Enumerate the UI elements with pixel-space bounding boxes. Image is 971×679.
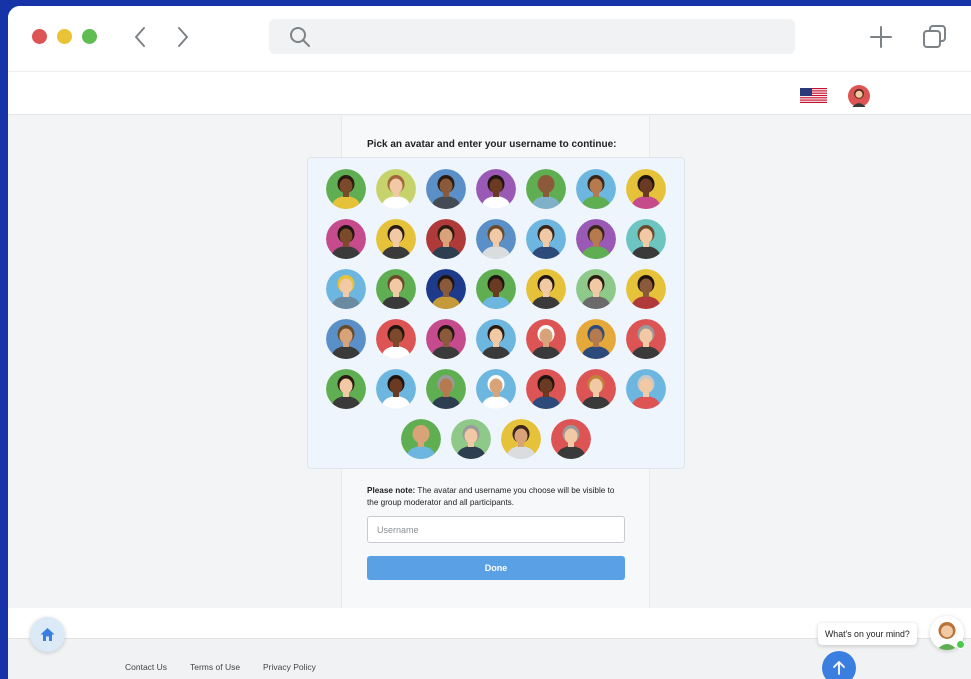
chat-prompt[interactable]: What's on your mind? [818, 623, 917, 645]
browser-window: Pick an avatar and enter your username t… [8, 6, 971, 679]
app-header [8, 72, 971, 115]
note-label: Please note: [367, 486, 416, 495]
footer-link-terms[interactable]: Terms of Use [190, 662, 240, 672]
avatar-option[interactable] [576, 269, 616, 309]
maximize-window-button[interactable] [82, 29, 97, 44]
avatar-option[interactable] [326, 269, 366, 309]
avatar-option[interactable] [401, 419, 441, 459]
avatar-option[interactable] [451, 419, 491, 459]
avatar-option[interactable] [626, 269, 666, 309]
minimize-window-button[interactable] [57, 29, 72, 44]
avatar-option[interactable] [576, 369, 616, 409]
browser-toolbar [8, 6, 971, 72]
avatar-option[interactable] [326, 219, 366, 259]
avatar-option[interactable] [526, 369, 566, 409]
footer-link-contact[interactable]: Contact Us [125, 662, 167, 672]
user-avatar-icon[interactable] [848, 85, 870, 107]
avatar-option[interactable] [626, 169, 666, 209]
avatar-option[interactable] [376, 369, 416, 409]
avatar-option[interactable] [526, 219, 566, 259]
chevron-left-icon[interactable] [129, 24, 153, 50]
avatar-option[interactable] [526, 169, 566, 209]
done-button[interactable]: Done [367, 556, 625, 580]
avatar-option[interactable] [551, 419, 591, 459]
avatar-option[interactable] [426, 169, 466, 209]
avatar-option[interactable] [526, 319, 566, 359]
avatar-option[interactable] [476, 369, 516, 409]
avatar-option[interactable] [426, 319, 466, 359]
avatar-option[interactable] [326, 369, 366, 409]
avatar-option[interactable] [476, 319, 516, 359]
avatar-option[interactable] [576, 219, 616, 259]
plus-icon[interactable] [868, 24, 894, 50]
avatar-option[interactable] [501, 419, 541, 459]
avatar-option[interactable] [576, 319, 616, 359]
scroll-to-top-button[interactable] [822, 651, 856, 679]
avatar-option[interactable] [626, 219, 666, 259]
username-input[interactable] [367, 516, 625, 543]
avatar-option[interactable] [426, 369, 466, 409]
avatar-option[interactable] [626, 319, 666, 359]
avatar-option[interactable] [426, 269, 466, 309]
avatar-option[interactable] [426, 219, 466, 259]
avatar-option[interactable] [376, 319, 416, 359]
avatar-picker [307, 157, 685, 469]
close-window-button[interactable] [32, 29, 47, 44]
footer-link-privacy[interactable]: Privacy Policy [263, 662, 316, 672]
avatar-option[interactable] [576, 169, 616, 209]
avatar-option[interactable] [476, 169, 516, 209]
search-icon [290, 27, 310, 47]
us-flag-icon[interactable] [800, 88, 827, 103]
address-bar[interactable] [269, 19, 795, 54]
copy-tabs-icon[interactable] [922, 24, 948, 50]
chevron-right-icon[interactable] [170, 24, 194, 50]
privacy-note: Please note: The avatar and username you… [367, 485, 627, 509]
avatar-option[interactable] [526, 269, 566, 309]
home-icon [40, 628, 55, 641]
avatar-option[interactable] [476, 269, 516, 309]
online-status-indicator [956, 640, 965, 649]
home-button[interactable] [30, 617, 65, 652]
avatar-option[interactable] [376, 169, 416, 209]
avatar-option[interactable] [326, 169, 366, 209]
arrow-up-icon [833, 661, 845, 675]
avatar-option[interactable] [326, 319, 366, 359]
avatar-option[interactable] [626, 369, 666, 409]
avatar-option[interactable] [376, 219, 416, 259]
page-prompt: Pick an avatar and enter your username t… [367, 139, 617, 150]
avatar-option[interactable] [376, 269, 416, 309]
avatar-option[interactable] [476, 219, 516, 259]
